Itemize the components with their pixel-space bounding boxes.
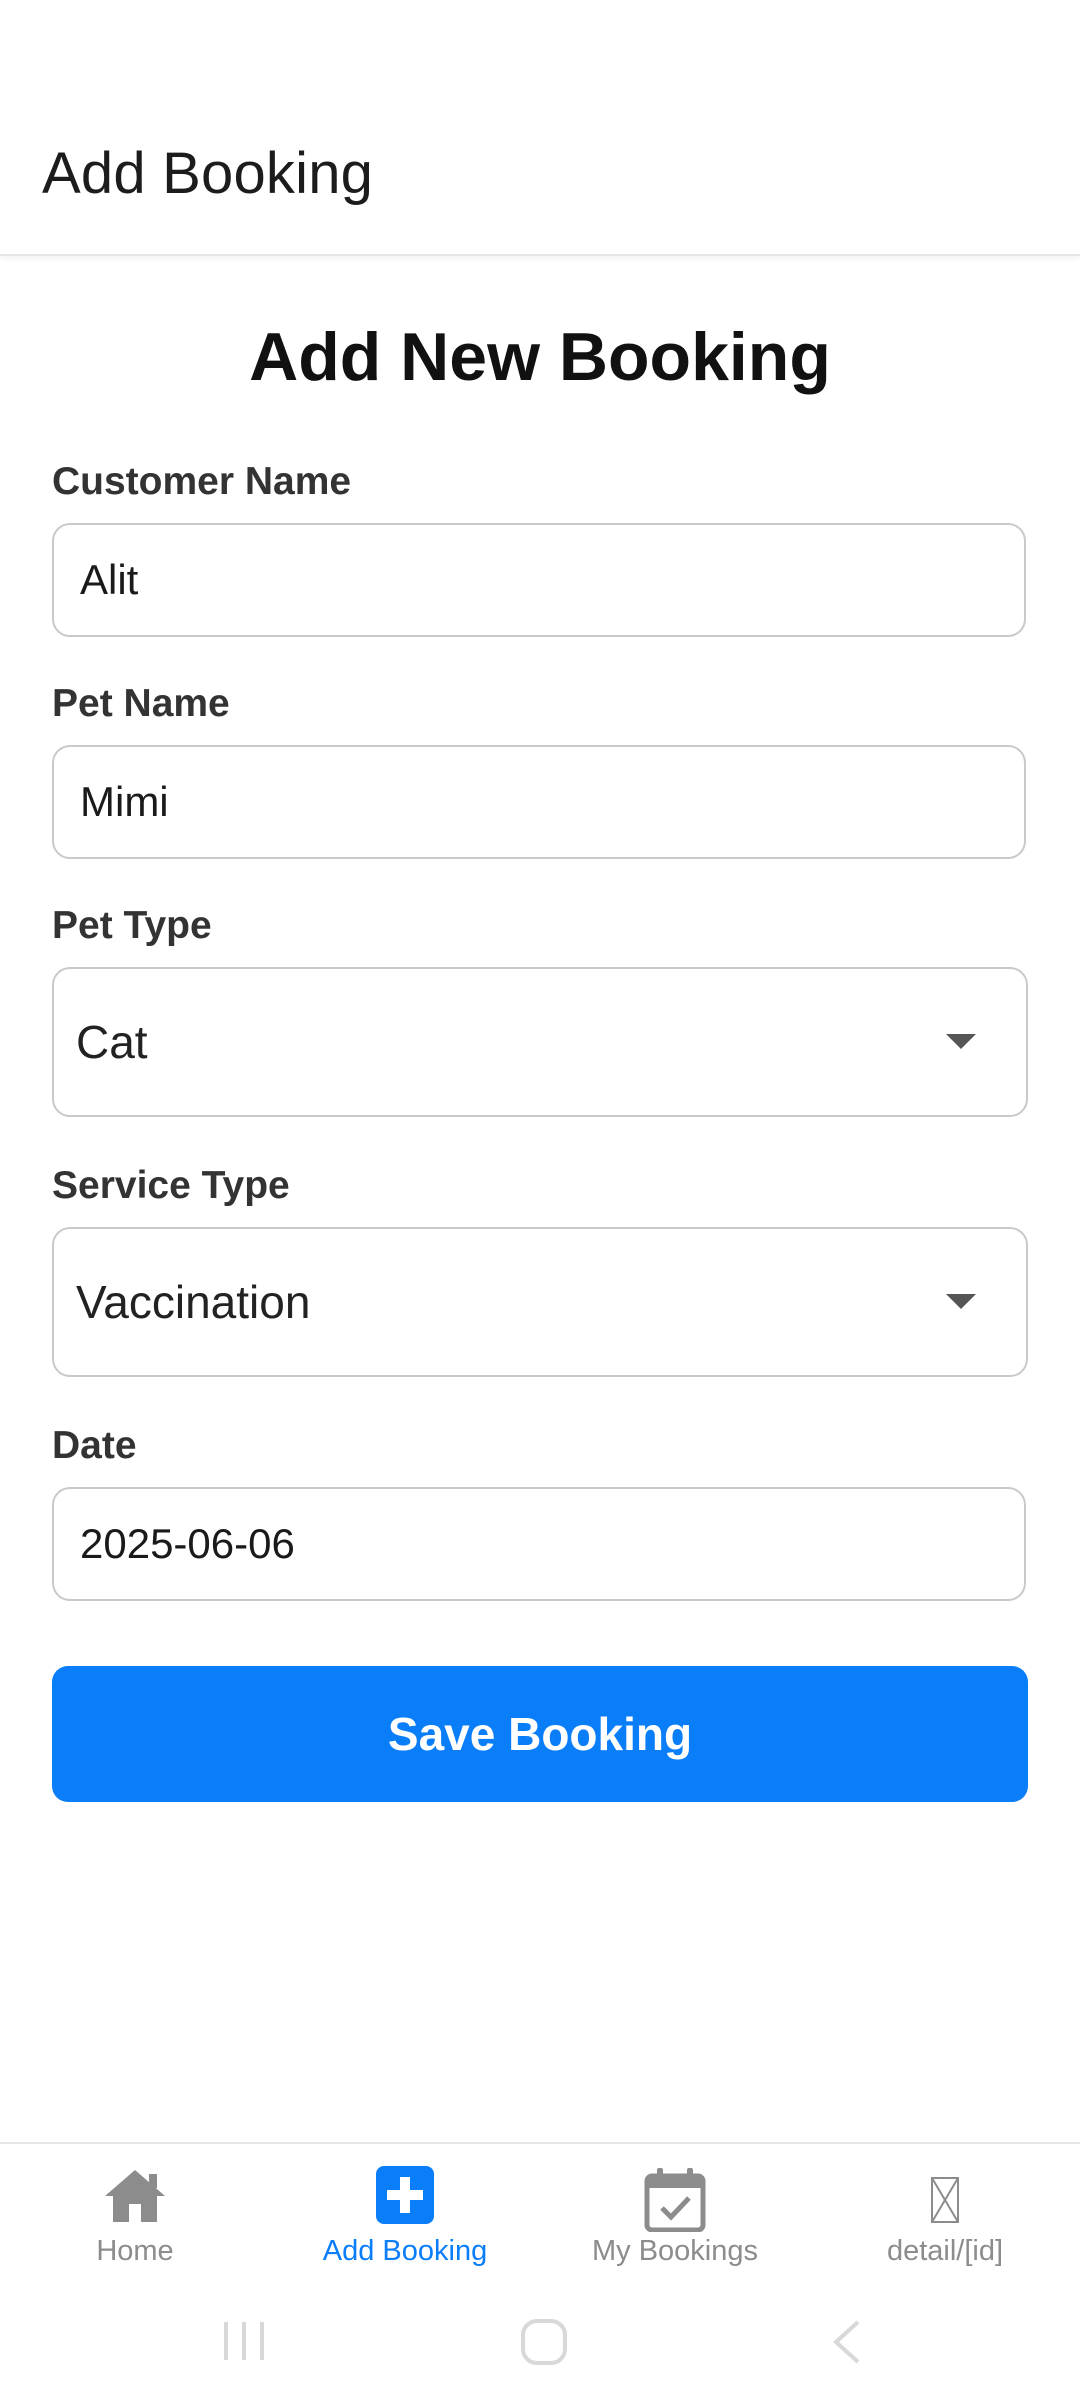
pet-name-label: Pet Name — [52, 682, 230, 725]
recent-apps-icon[interactable] — [222, 2318, 266, 2369]
tab-add-booking[interactable]: Add Booking — [270, 2144, 540, 2292]
tab-label: Add Booking — [322, 2235, 488, 2267]
service-type-select[interactable]: Vaccination — [52, 1227, 1028, 1377]
pet-type-label: Pet Type — [52, 904, 212, 947]
tab-label: My Bookings — [591, 2235, 758, 2267]
tab-label: Home — [96, 2235, 174, 2267]
caret-down-icon — [946, 1034, 976, 1049]
tab-detail[interactable]: detail/[id] — [810, 2144, 1080, 2292]
tab-home[interactable]: Home — [0, 2144, 270, 2292]
service-type-label: Service Type — [52, 1164, 290, 1207]
calendar-check-icon — [644, 2166, 706, 2237]
pet-type-select[interactable]: Cat — [52, 967, 1028, 1117]
pet-type-value: Cat — [76, 1016, 148, 1068]
missing-image-icon — [930, 2176, 960, 2229]
date-input[interactable] — [52, 1487, 1026, 1601]
date-label: Date — [52, 1424, 137, 1467]
plus-square-icon — [376, 2166, 434, 2229]
caret-down-icon — [946, 1294, 976, 1309]
pet-name-input[interactable] — [52, 745, 1026, 859]
customer-name-label: Customer Name — [52, 460, 352, 503]
tab-label: detail/[id] — [886, 2235, 1004, 2267]
app-header: Add Booking — [0, 0, 1080, 256]
service-type-value: Vaccination — [76, 1276, 311, 1328]
header-title: Add Booking — [42, 141, 374, 206]
page-title: Add New Booking — [249, 319, 831, 395]
system-navigation-bar — [0, 2290, 1080, 2400]
save-booking-button[interactable]: Save Booking — [52, 1666, 1028, 1802]
back-icon[interactable] — [828, 2318, 864, 2371]
customer-name-input[interactable] — [52, 523, 1026, 637]
home-button-icon[interactable] — [520, 2318, 568, 2371]
home-icon — [103, 2166, 167, 2231]
tab-my-bookings[interactable]: My Bookings — [540, 2144, 810, 2292]
bottom-tab-bar: Home Add Booking My Bookings detail/[id] — [0, 2142, 1080, 2290]
